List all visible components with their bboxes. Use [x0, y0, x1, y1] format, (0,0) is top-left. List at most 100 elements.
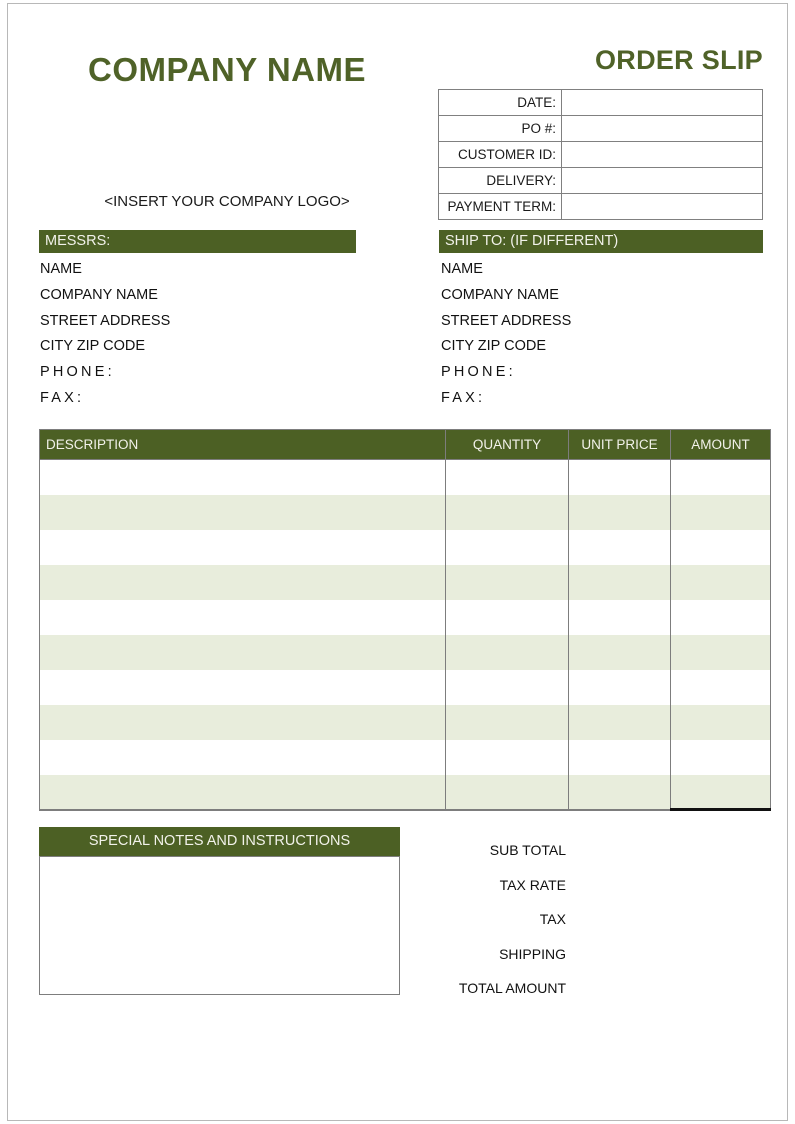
table-row: [39, 774, 771, 811]
cell-unit-price[interactable]: [568, 459, 671, 495]
cell-amount[interactable]: [670, 599, 771, 635]
totals-label-shipping: SHIPPING: [499, 945, 566, 962]
info-row-payment-term: PAYMENT TERM:: [438, 193, 764, 220]
totals-label-total-amount: TOTAL AMOUNT: [458, 980, 566, 996]
info-label-po: PO #:: [438, 115, 562, 142]
cell-amount[interactable]: [670, 739, 771, 775]
line-items-header-row: DESCRIPTION QUANTITY UNIT PRICE AMOUNT: [39, 429, 771, 460]
cell-description[interactable]: [39, 774, 446, 811]
cell-description[interactable]: [39, 634, 446, 670]
cell-amount[interactable]: [670, 564, 771, 600]
info-label-delivery: DELIVERY:: [438, 167, 562, 194]
info-label-customer-id: CUSTOMER ID:: [438, 141, 562, 168]
company-logo-placeholder: <INSERT YOUR COMPANY LOGO>: [104, 193, 350, 210]
info-value-po[interactable]: [560, 115, 764, 142]
cell-unit-price[interactable]: [568, 739, 671, 775]
cell-unit-price[interactable]: [568, 634, 671, 670]
cell-quantity[interactable]: [445, 774, 569, 811]
cell-quantity[interactable]: [445, 669, 569, 705]
cell-unit-price[interactable]: [568, 669, 671, 705]
messrs-line-street: STREET ADDRESS: [40, 312, 171, 329]
cell-description[interactable]: [39, 669, 446, 705]
order-info-table: DATE: PO #: CUSTOMER ID: DELIVERY: PAYME…: [438, 89, 764, 220]
cell-description[interactable]: [39, 599, 446, 635]
line-items-table: DESCRIPTION QUANTITY UNIT PRICE AMOUNT: [39, 429, 771, 811]
info-value-delivery[interactable]: [560, 167, 764, 194]
cell-quantity[interactable]: [445, 529, 569, 565]
cell-description[interactable]: [39, 704, 446, 740]
order-slip-page: COMPANY NAME ORDER SLIP DATE: PO #: CUST…: [7, 3, 788, 1121]
cell-quantity[interactable]: [445, 599, 569, 635]
cell-quantity[interactable]: [445, 634, 569, 670]
cell-amount[interactable]: [670, 669, 771, 705]
table-row: [39, 459, 771, 495]
cell-description[interactable]: [39, 529, 446, 565]
cell-unit-price[interactable]: [568, 704, 671, 740]
column-header-quantity: QUANTITY: [445, 429, 569, 460]
cell-quantity[interactable]: [445, 704, 569, 740]
cell-amount[interactable]: [670, 704, 771, 740]
info-value-payment-term[interactable]: [560, 193, 764, 220]
table-row: [39, 704, 771, 740]
table-row: [39, 634, 771, 670]
info-label-payment-term: PAYMENT TERM:: [438, 193, 562, 220]
ship-to-line-city-zip: CITY ZIP CODE: [441, 338, 547, 355]
table-row: [39, 739, 771, 775]
cell-description[interactable]: [39, 739, 446, 775]
page-title: ORDER SLIP: [594, 45, 763, 75]
cell-unit-price[interactable]: [568, 564, 671, 600]
order-info-body: DATE: PO #: CUSTOMER ID: DELIVERY: PAYME…: [438, 89, 764, 220]
cell-unit-price[interactable]: [568, 774, 671, 811]
totals-label-tax: TAX: [539, 911, 566, 927]
cell-unit-price[interactable]: [568, 529, 671, 565]
cell-quantity[interactable]: [445, 564, 569, 600]
cell-amount[interactable]: [670, 634, 771, 670]
messrs-line-name: NAME: [40, 261, 82, 277]
cell-quantity[interactable]: [445, 739, 569, 775]
ship-to-line-name: NAME: [441, 261, 483, 277]
cell-amount[interactable]: [670, 459, 771, 495]
ship-to-line-fax: FAX:: [441, 389, 486, 406]
ship-to-address-block: NAME COMPANY NAME STREET ADDRESS CITY ZI…: [441, 257, 571, 412]
ship-to-heading: SHIP TO: (IF DIFFERENT): [439, 230, 763, 253]
column-header-amount: AMOUNT: [670, 429, 771, 460]
cell-description[interactable]: [39, 459, 446, 495]
cell-description[interactable]: [39, 564, 446, 600]
cell-amount[interactable]: [670, 529, 771, 565]
table-row: [39, 564, 771, 600]
cell-description[interactable]: [39, 494, 446, 530]
table-row: [39, 669, 771, 705]
company-name: COMPANY NAME: [88, 51, 366, 88]
table-row: [39, 494, 771, 530]
totals-label-tax-rate: TAX RATE: [499, 876, 566, 893]
table-row: [39, 529, 771, 565]
messrs-heading: MESSRS:: [39, 230, 356, 253]
ship-to-line-phone: PHONE:: [441, 364, 516, 381]
ship-to-line-street: STREET ADDRESS: [441, 312, 572, 329]
order-slip-sheet: COMPANY NAME ORDER SLIP DATE: PO #: CUST…: [8, 4, 787, 1120]
cell-quantity[interactable]: [445, 494, 569, 530]
cell-amount[interactable]: [670, 774, 771, 811]
special-notes-input[interactable]: [39, 856, 400, 995]
ship-to-line-company: COMPANY NAME: [441, 286, 559, 303]
info-value-date[interactable]: [560, 89, 764, 116]
cell-quantity[interactable]: [445, 459, 569, 495]
line-items-header: DESCRIPTION QUANTITY UNIT PRICE AMOUNT: [39, 429, 771, 460]
messrs-line-fax: FAX:: [40, 389, 85, 406]
cell-unit-price[interactable]: [568, 494, 671, 530]
special-notes-heading: SPECIAL NOTES AND INSTRUCTIONS: [39, 827, 400, 856]
info-label-date: DATE:: [438, 89, 562, 116]
column-header-description: DESCRIPTION: [39, 429, 446, 460]
totals-label-sub-total: SUB TOTAL: [489, 842, 566, 858]
line-items-body: [39, 459, 771, 811]
messrs-line-city-zip: CITY ZIP CODE: [40, 338, 146, 355]
messrs-address-block: NAME COMPANY NAME STREET ADDRESS CITY ZI…: [40, 257, 170, 412]
totals-section: SUB TOTAL TAX RATE TAX SHIPPING TOTAL AM…: [418, 833, 566, 1006]
info-value-customer-id[interactable]: [560, 141, 764, 168]
cell-amount[interactable]: [670, 494, 771, 530]
messrs-line-company: COMPANY NAME: [40, 286, 158, 303]
table-row: [39, 599, 771, 635]
info-row-delivery: DELIVERY:: [438, 167, 764, 194]
cell-unit-price[interactable]: [568, 599, 671, 635]
column-header-unit-price: UNIT PRICE: [568, 429, 671, 460]
